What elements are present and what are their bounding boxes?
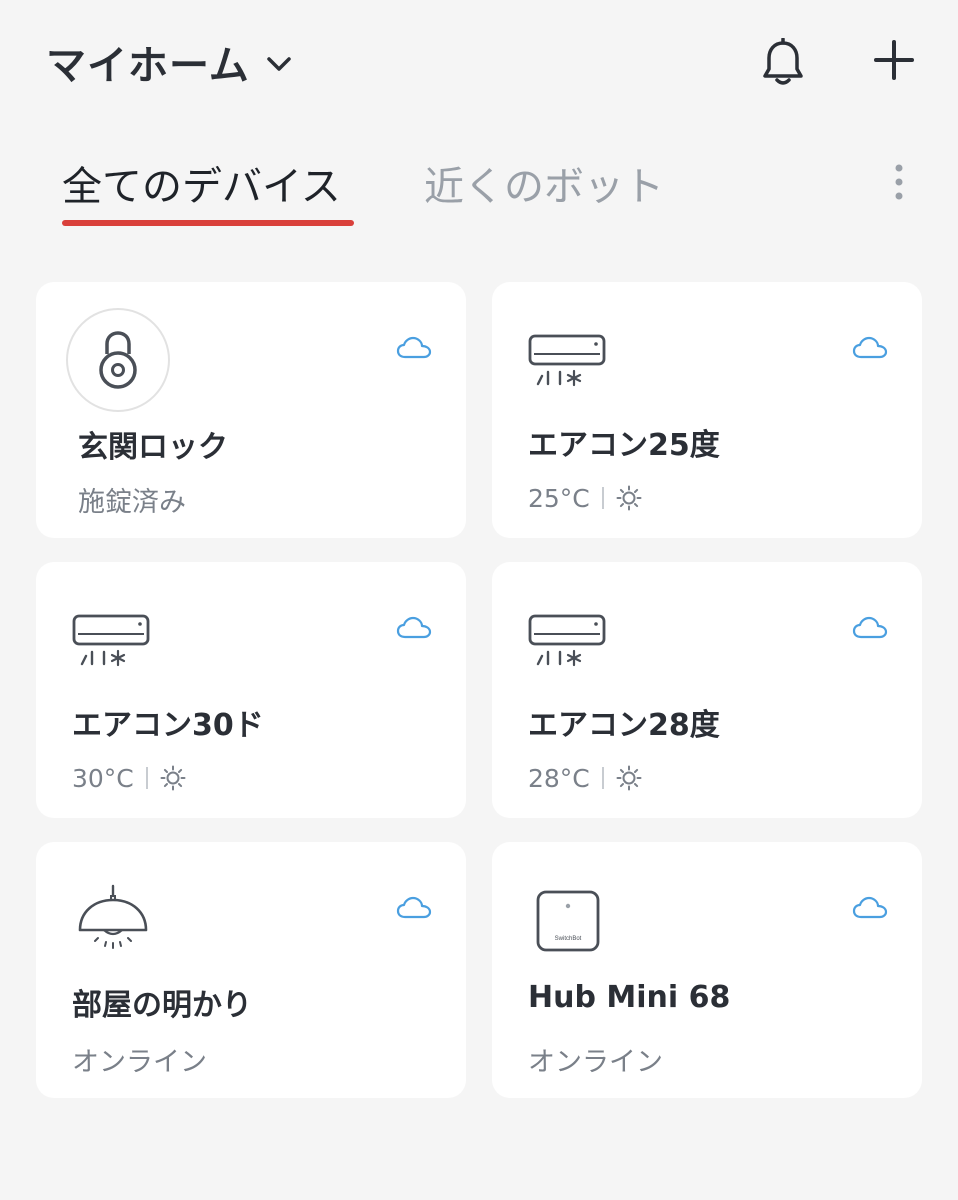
device-name: エアコン28度	[528, 708, 720, 743]
sun-icon	[160, 765, 186, 791]
bell-icon[interactable]	[760, 38, 806, 88]
home-selector[interactable]: マイホーム	[46, 34, 294, 90]
device-name: 部屋の明かり	[72, 988, 252, 1023]
air-conditioner-icon	[72, 614, 150, 667]
air-conditioner-icon	[528, 614, 606, 667]
divider	[145, 767, 148, 789]
cloud-icon	[852, 616, 888, 639]
device-name: エアコン25度	[528, 428, 720, 463]
temperature-value: 25°C	[528, 483, 590, 513]
device-name: エアコン30ド	[72, 708, 264, 743]
air-conditioner-icon	[528, 334, 606, 387]
cloud-icon	[852, 896, 888, 919]
device-card-ac-28[interactable]: エアコン28度 28°C	[492, 562, 922, 818]
device-status: 28°C	[528, 762, 642, 794]
app-header: マイホーム	[0, 0, 958, 120]
device-card-lock[interactable]: 玄関ロック 施錠済み	[36, 282, 466, 538]
device-tabs: 全てのデバイス 近くのボット	[0, 148, 958, 238]
device-status: 30°C	[72, 762, 186, 794]
hub-mini-icon: SwitchBot	[536, 890, 600, 952]
cloud-icon	[852, 336, 888, 359]
lock-icon-circle	[66, 308, 170, 412]
plus-icon[interactable]	[870, 36, 918, 84]
device-card-room-light[interactable]: 部屋の明かり オンライン	[36, 842, 466, 1098]
device-name: 玄関ロック	[78, 430, 228, 465]
chevron-down-icon	[267, 57, 291, 71]
device-status: オンライン	[528, 1047, 663, 1078]
sun-icon	[616, 765, 642, 791]
ceiling-lamp-icon	[78, 884, 148, 949]
tab-all-devices[interactable]: 全てのデバイス	[62, 154, 341, 212]
device-name: Hub Mini 68	[528, 980, 731, 1015]
more-options-icon[interactable]	[886, 162, 912, 202]
device-status: 25°C	[528, 482, 642, 514]
device-card-hub-mini[interactable]: SwitchBot Hub Mini 68 オンライン	[492, 842, 922, 1098]
home-title: マイホーム	[46, 43, 250, 89]
device-card-ac-30[interactable]: エアコン30ド 30°C	[36, 562, 466, 818]
cloud-icon	[396, 616, 432, 639]
sun-icon	[616, 485, 642, 511]
device-status: 施錠済み	[78, 487, 186, 518]
divider	[601, 767, 604, 789]
device-status: オンライン	[72, 1047, 207, 1078]
divider	[601, 487, 604, 509]
temperature-value: 28°C	[528, 763, 590, 793]
lock-icon	[99, 331, 137, 389]
device-card-ac-25[interactable]: エアコン25度 25°C	[492, 282, 922, 538]
cloud-icon	[396, 896, 432, 919]
tab-nearby-bots[interactable]: 近くのボット	[424, 154, 664, 212]
temperature-value: 30°C	[72, 763, 134, 793]
cloud-icon	[396, 336, 432, 359]
hub-brand-label: SwitchBot	[555, 936, 582, 942]
active-tab-indicator	[62, 220, 354, 226]
